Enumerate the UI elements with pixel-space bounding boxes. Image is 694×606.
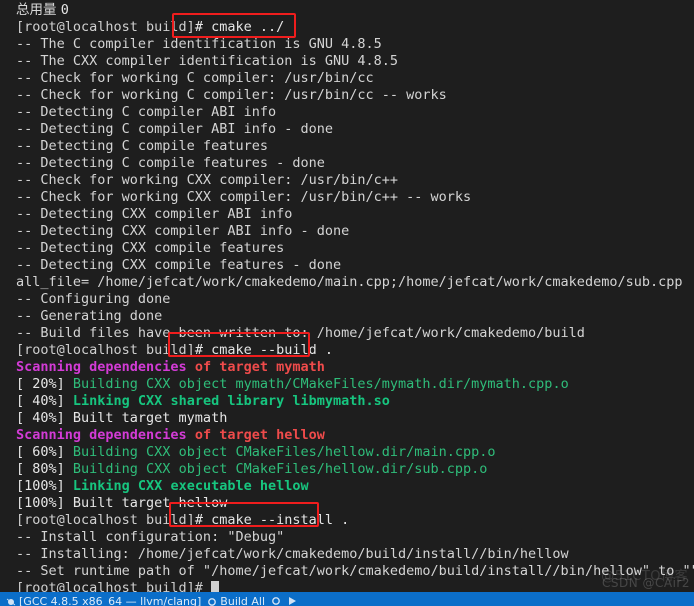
terminal-text: -- Detecting C compiler ABI info [16, 104, 277, 120]
terminal-text: [root@localhost build]# [16, 580, 212, 592]
run-icon [289, 597, 297, 605]
taskbar-label-build: Build All [220, 595, 266, 606]
taskbar-item-run[interactable] [287, 596, 297, 606]
terminal-text: [ 60%] [16, 444, 73, 460]
terminal-line: -- Set runtime path of "/home/jefcat/wor… [16, 563, 694, 580]
terminal-text: 0 [60, 2, 69, 18]
terminal-line: -- The C compiler identification is GNU … [16, 36, 694, 53]
terminal-text: 总用量 [16, 2, 61, 18]
terminal-text: -- The CXX compiler identification is GN… [16, 53, 399, 69]
taskbar-item-build[interactable]: Build All [207, 596, 265, 606]
terminal-line: -- Detecting CXX compiler ABI info - don… [16, 223, 694, 240]
terminal-text: -- Detecting CXX compiler ABI info [16, 206, 293, 222]
terminal-text: -- The C compiler identification is GNU … [16, 36, 382, 52]
terminal-line: [root@localhost build]# cmake --build . [16, 342, 694, 359]
terminal-text: -- Detecting CXX compiler ABI info - don… [16, 223, 350, 239]
terminal-text: -- Check for working C compiler: /usr/bi… [16, 87, 447, 103]
terminal-line: [root@localhost build]# [16, 580, 694, 592]
terminal-text: -- Installing: /home/jefcat/work/cmakede… [16, 546, 569, 562]
terminal-text: Scanning dependencies [16, 427, 187, 443]
terminal-line: -- Build files have been written to: /ho… [16, 325, 694, 342]
terminal-line: [ 40%] Built target mymath [16, 410, 694, 427]
terminal-text: -- Configuring done [16, 291, 171, 307]
terminal-text: # cmake --install . [194, 512, 350, 528]
taskbar-item-toolchain[interactable]: [GCC 4.8.5 x86_64 — llvm/clang] [6, 596, 201, 606]
terminal-text: -- Check for working CXX compiler: /usr/… [16, 172, 399, 188]
terminal-text: -- Install configuration: "Debug" [16, 529, 285, 545]
terminal-text: -- Detecting CXX compile features - done [16, 257, 342, 273]
terminal-text: -- Generating done [16, 308, 163, 324]
terminal-text: [root@localhost build] [16, 512, 195, 528]
terminal-line: [ 20%] Building CXX object mymath/CMakeF… [16, 376, 694, 393]
terminal-cursor [211, 581, 220, 592]
terminal-line: -- Detecting C compile features [16, 138, 694, 155]
taskbar[interactable]: [GCC 4.8.5 x86_64 — llvm/clang] Build Al… [0, 592, 694, 606]
terminal-line: -- Check for working C compiler: /usr/bi… [16, 70, 694, 87]
terminal-line: -- Detecting CXX compiler ABI info [16, 206, 694, 223]
terminal-line: -- Generating done [16, 308, 694, 325]
terminal-line: -- Install configuration: "Debug" [16, 529, 694, 546]
terminal-line: -- Configuring done [16, 291, 694, 308]
taskbar-item-settings[interactable] [271, 596, 281, 606]
terminal-text: -- Detecting C compile features - done [16, 155, 325, 171]
terminal-text: [root@localhost build] [16, 19, 195, 35]
taskbar-items: [GCC 4.8.5 x86_64 — llvm/clang] Build Al… [0, 596, 694, 606]
terminal-text: [ 40%] [16, 393, 73, 409]
terminal-line: -- Detecting C compile features - done [16, 155, 694, 172]
terminal-line: [root@localhost build]# cmake ../ [16, 19, 694, 36]
terminal-line: all_file= /home/jefcat/work/cmakedemo/ma… [16, 274, 694, 291]
terminal-text: Building CXX object CMakeFiles/hellow.di… [72, 461, 488, 477]
terminal-line: -- Check for working CXX compiler: /usr/… [16, 172, 694, 189]
terminal-text: [ 40%] Built target mymath [16, 410, 228, 426]
terminal-text: Building CXX object CMakeFiles/hellow.di… [72, 444, 496, 460]
terminal-text: -- Check for working C compiler: /usr/bi… [16, 70, 374, 86]
terminal-text: Linking CXX executable hellow [72, 478, 309, 494]
terminal-line: [root@localhost build]# cmake --install … [16, 512, 694, 529]
terminal-line: [ 80%] Building CXX object CMakeFiles/he… [16, 461, 694, 478]
terminal-line: -- Check for working CXX compiler: /usr/… [16, 189, 694, 206]
terminal-text: Building CXX object mymath/CMakeFiles/my… [72, 376, 569, 392]
terminal-output-pane[interactable]: 总用量 0 [root@localhost build]# cmake ../--… [0, 0, 694, 592]
terminal-line: 总用量 0 [16, 2, 694, 19]
terminal-text: # cmake ../ [194, 19, 285, 35]
terminal-line: [100%] Linking CXX executable hellow [16, 478, 694, 495]
terminal-text: -- Set runtime path of "/home/jefcat/wor… [16, 563, 694, 579]
terminal-text: of target mymath [186, 359, 325, 375]
terminal-text: [ 80%] [16, 461, 73, 477]
terminal-text: -- Check for working CXX compiler: /usr/… [16, 189, 472, 205]
terminal-text: -- Detecting C compiler ABI info - done [16, 121, 333, 137]
screenshot-root: 总用量 0 [root@localhost build]# cmake ../--… [0, 0, 694, 606]
gear-icon [208, 597, 217, 606]
terminal-text: -- Detecting C compile features [16, 138, 268, 154]
terminal-line: Scanning dependencies of target mymath [16, 359, 694, 376]
terminal-text: -- Build files have been written to: /ho… [16, 325, 585, 341]
terminal-line: [ 60%] Building CXX object CMakeFiles/he… [16, 444, 694, 461]
terminal-text: [100%] Built target hellow [16, 495, 228, 511]
terminal-line: Scanning dependencies of target hellow [16, 427, 694, 444]
gear-icon [272, 597, 280, 605]
terminal-line: [100%] Built target hellow [16, 495, 694, 512]
terminal-text: [100%] [16, 478, 73, 494]
terminal-line: -- Check for working C compiler: /usr/bi… [16, 87, 694, 104]
terminal-line: -- Detecting CXX compile features [16, 240, 694, 257]
terminal-line: -- Detecting C compiler ABI info [16, 104, 694, 121]
watermark-csdn: CSDN @CAir2 [601, 576, 690, 590]
terminal-line: -- Detecting CXX compile features - done [16, 257, 694, 274]
terminal-line: [ 40%] Linking CXX shared library libmym… [16, 393, 694, 410]
terminal-text: -- Detecting CXX compile features [16, 240, 285, 256]
terminal-text: Linking CXX shared library libmymath.so [72, 393, 390, 409]
terminal-line: -- Installing: /home/jefcat/work/cmakede… [16, 546, 694, 563]
terminal-text: all_file= /home/jefcat/work/cmakedemo/ma… [16, 274, 683, 290]
terminal-line: -- The CXX compiler identification is GN… [16, 53, 694, 70]
bug-icon [6, 598, 16, 605]
taskbar-label-toolchain: [GCC 4.8.5 x86_64 — llvm/clang] [19, 595, 202, 606]
terminal-text: [ 20%] [16, 376, 73, 392]
terminal-text: of target hellow [186, 427, 325, 443]
terminal-text: Scanning dependencies [16, 359, 187, 375]
terminal-line: -- Detecting C compiler ABI info - done [16, 121, 694, 138]
terminal-text: # cmake --build . [194, 342, 333, 358]
terminal-text: [root@localhost build] [16, 342, 195, 358]
